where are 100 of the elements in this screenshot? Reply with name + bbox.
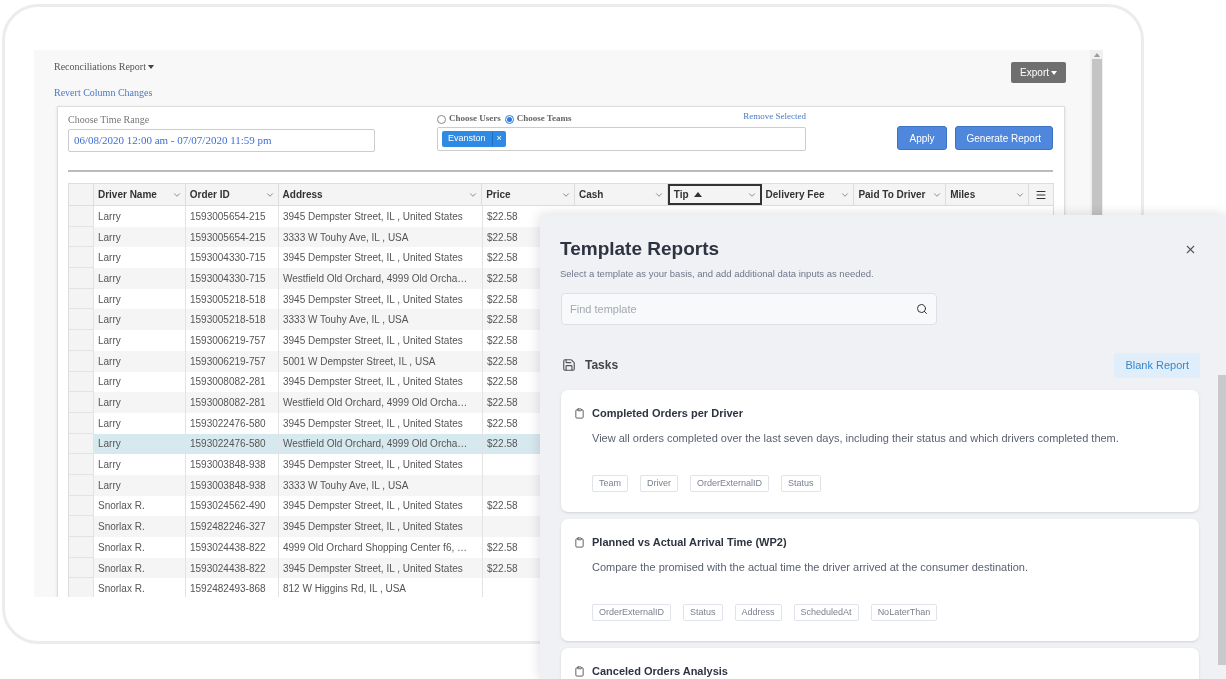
column-header[interactable]: Order ID <box>185 184 279 205</box>
table-cell-text: 1593008082-281 <box>190 396 266 411</box>
table-cell-text: 3945 Dempster Street, IL , United States <box>283 416 463 431</box>
table-cell-text: $22.58 <box>487 271 518 286</box>
table-cell-text: Larry <box>98 251 121 266</box>
column-header[interactable]: Paid To Driver <box>854 184 947 205</box>
scope-radio[interactable]: Choose Users <box>437 112 501 126</box>
table-row[interactable]: Larry 1593005654-215 3333 W Touhy Ave, IL , USA $22.58 <box>94 226 539 248</box>
table-cell-text: 5001 W Dempster Street, IL , USA <box>283 354 436 369</box>
table-cell-text: Larry <box>98 416 121 431</box>
revert-link[interactable]: Revert Column Changes <box>54 87 153 98</box>
scope-radio[interactable]: Choose Teams <box>504 112 572 126</box>
table-cell-text: Larry <box>98 333 121 348</box>
table-cell-text: $22.58 <box>487 375 518 390</box>
table-cell-text: 4999 Old Orchard Shopping Center f6, … <box>283 540 467 555</box>
table-cell-text: $22.58 <box>487 354 518 369</box>
table-cell-text: Larry <box>98 437 121 452</box>
table-cell-text: $22.58 <box>487 230 518 245</box>
table-row[interactable]: Larry 1593008082-281 Westfield Old Orchard, 4999 Old Orcha… $22.58 <box>94 392 539 413</box>
table-cell-text: 3945 Dempster Street, IL , United States <box>283 499 463 514</box>
table-cell-text: 812 W Higgins Rd, IL , USA <box>283 582 406 597</box>
table-cell-text: Larry <box>98 396 121 411</box>
field-tag: Address <box>734 603 782 621</box>
column-header[interactable]: Price <box>482 184 575 205</box>
section-title: Tasks <box>585 357 619 375</box>
table-row[interactable]: Larry 1593006219-757 5001 W Dempster Street, IL , USA $22.58 <box>94 350 539 372</box>
search-icon[interactable] <box>916 302 928 315</box>
table-cell-text: 1593006219-757 <box>190 354 266 369</box>
table-cell-text: 1593024438-822 <box>190 540 266 555</box>
table-cell-text: Larry <box>98 458 121 473</box>
table-row[interactable]: Larry 1593005218-518 3333 W Touhy Ave, IL , USA $22.58 <box>94 309 539 331</box>
table-row[interactable]: Larry 1593004330-715 Westfield Old Orchard, 4999 Old Orcha… $22.58 <box>94 268 539 289</box>
table-cell-text: $22.58 <box>487 396 518 411</box>
table-cell-text: 1593005218-518 <box>190 313 266 328</box>
table-cell-text: Westfield Old Orchard, 4999 Old Orcha… <box>283 437 468 452</box>
column-header[interactable]: Cash <box>574 184 668 205</box>
team-chip[interactable]: Evanston × <box>442 131 506 147</box>
caret-icon <box>1051 70 1057 75</box>
table-cell-text: $22.58 <box>487 333 518 348</box>
column-header[interactable]: Address <box>278 184 483 205</box>
table-cell-text: 1593024438-822 <box>190 561 266 576</box>
field-tag: ScheduledAt <box>793 603 859 621</box>
panel-subtitle: Select a template as your basis, and add additional data inputs as needed. <box>560 266 875 281</box>
table-cell-text: $22.58 <box>487 292 518 307</box>
table-cell-text: 1593003848-938 <box>190 458 266 473</box>
field-tag: Status <box>781 474 821 492</box>
teams-field[interactable]: Evanston × <box>437 127 806 151</box>
table-row[interactable]: Snorlax R. 1593024438-822 3945 Dempster Street, IL , United States $22.58 <box>94 557 539 579</box>
table-cell-text: 1593004330-715 <box>190 271 266 286</box>
table-cell-text: Snorlax R. <box>98 520 145 535</box>
table-cell-text: Larry <box>98 354 121 369</box>
field-tag: OrderExternalID <box>690 474 770 492</box>
table-cell-text: 1593005654-215 <box>190 230 266 245</box>
search-field[interactable]: Find template <box>561 292 937 325</box>
table-cell-text: 1593022476-580 <box>190 437 266 452</box>
template-title: Canceled Orders Analysis <box>592 663 728 679</box>
apply-button[interactable]: Apply <box>897 126 947 150</box>
table-row[interactable]: Snorlax R. 1592482246-327 3945 Dempster Street, IL , United States <box>94 516 539 537</box>
template-description: Compare the promised with the actual time the driver arrived at the consumer destination. <box>592 560 1029 576</box>
table-cell-text: Larry <box>98 271 121 286</box>
report-dropdown[interactable]: Reconciliations Report <box>54 59 154 74</box>
table-cell-text: Larry <box>98 292 121 307</box>
template-card[interactable]: Completed Orders per Driver View all orders completed over the last seven days, including their status and which drivers completed them. Team Driver OrderExternalID Status <box>561 389 1199 512</box>
template-card[interactable]: Planned vs Actual Arrival Time (WP2) Compare the promised with the actual time the driver arrived at the consumer destination. OrderExternalID Status Address ScheduledAt NoLaterThan <box>561 518 1199 641</box>
table-cell-text: $22.58 <box>487 561 518 576</box>
table-cell-text: 1593022476-580 <box>190 416 266 431</box>
template-card[interactable]: Canceled Orders Analysis <box>561 647 1199 679</box>
column-header[interactable]: Tip <box>667 184 762 205</box>
table-cell-text: 3945 Dempster Street, IL , United States <box>283 333 463 348</box>
table-cell-text: 1593006219-757 <box>190 333 266 348</box>
field-tag: Team <box>592 474 628 492</box>
template-title: Planned vs Actual Arrival Time (WP2) <box>592 534 787 550</box>
table-cell-text: 1593008082-281 <box>190 375 266 390</box>
field-label: Choose Time Range <box>68 113 151 127</box>
column-header[interactable]: Driver Name <box>93 184 186 205</box>
column-header[interactable]: Miles <box>946 184 1030 205</box>
table-cell-text: Larry <box>98 209 121 224</box>
field-tag: Driver <box>640 474 678 492</box>
generate-report-button[interactable]: Generate Report <box>954 126 1053 150</box>
column-header[interactable]: Delivery Fee <box>761 184 855 205</box>
table-cell-text: 1593004330-715 <box>190 251 266 266</box>
table-cell-text: 3333 W Touhy Ave, IL , USA <box>283 478 409 493</box>
table-cell-text: Larry <box>98 230 121 245</box>
remove-selected-link[interactable]: Remove Selected <box>743 110 806 124</box>
table-cell-text: Larry <box>98 375 121 390</box>
export-button[interactable]: Export <box>1011 62 1066 83</box>
menu-icon[interactable] <box>1035 188 1047 201</box>
table-row[interactable]: Larry 1593003848-938 3333 W Touhy Ave, IL , USA <box>94 474 539 496</box>
table-row[interactable]: Larry 1593022476-580 Westfield Old Orchard, 4999 Old Orcha… $22.58 <box>94 433 539 455</box>
table-cell-text: 3945 Dempster Street, IL , United States <box>283 561 463 576</box>
field-tag: OrderExternalID <box>592 603 672 621</box>
table-cell-text: 3945 Dempster Street, IL , United States <box>283 520 463 535</box>
table-cell-text: 3333 W Touhy Ave, IL , USA <box>283 313 409 328</box>
time-range-field[interactable]: 06/08/2020 12:00 am - 07/07/2020 11:59 pm <box>68 129 375 152</box>
table-cell-text: Westfield Old Orchard, 4999 Old Orcha… <box>283 271 468 286</box>
table-cell-text: 3333 W Touhy Ave, IL , USA <box>283 230 409 245</box>
field-tag: NoLaterThan <box>870 603 938 621</box>
table-cell-text: Larry <box>98 313 121 328</box>
table-cell-text: 3945 Dempster Street, IL , United States <box>283 209 463 224</box>
table-cell-text: 1593024562-490 <box>190 499 266 514</box>
